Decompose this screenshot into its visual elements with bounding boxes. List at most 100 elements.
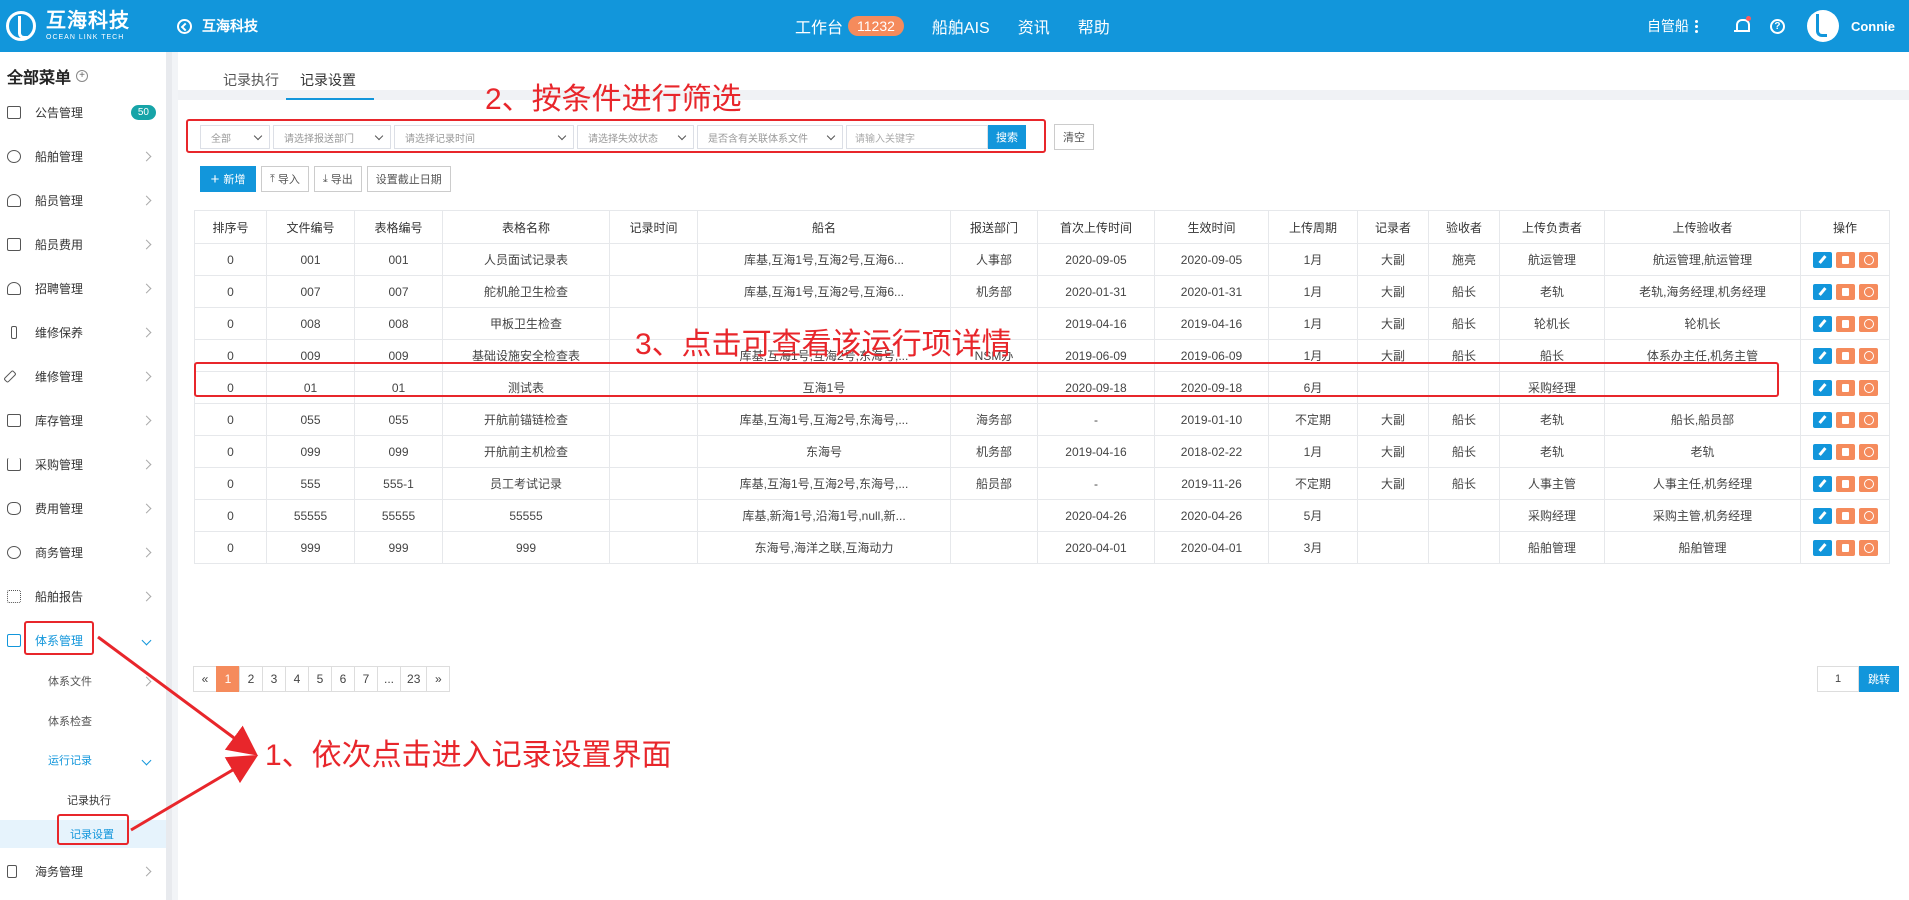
disable-icon[interactable] xyxy=(1858,347,1878,364)
jump-button[interactable]: 跳转 xyxy=(1859,666,1899,692)
sidebar-item-inventory[interactable]: 库存管理 xyxy=(0,405,166,435)
delete-icon[interactable] xyxy=(1835,251,1855,268)
add-button[interactable]: + 新增 xyxy=(200,166,256,192)
delete-icon[interactable] xyxy=(1835,507,1855,524)
tab-record-settings[interactable]: 记录设置 xyxy=(286,70,374,100)
sidebar-sub-system-check[interactable]: 体系检查 xyxy=(0,707,166,735)
disable-icon[interactable] xyxy=(1858,379,1878,396)
export-button[interactable]: ⤓ 导出 xyxy=(313,166,362,192)
page-3[interactable]: 3 xyxy=(262,666,286,692)
clear-button[interactable]: 清空 xyxy=(1054,124,1094,150)
column-header[interactable]: 上传周期 xyxy=(1268,210,1358,244)
sidebar-item-ship-report[interactable]: 船舶报告 xyxy=(0,581,166,611)
page-4[interactable]: 4 xyxy=(285,666,309,692)
column-header[interactable]: 首次上传时间 xyxy=(1037,210,1155,244)
table-row[interactable]: 0 999 999 999 东海号,海洋之联,互海动力 2020-04-01 2020-04… xyxy=(194,531,1890,564)
nav-help[interactable]: 帮助 xyxy=(1078,14,1110,38)
delete-icon[interactable] xyxy=(1835,539,1855,556)
edit-icon[interactable] xyxy=(1812,411,1832,428)
delete-icon[interactable] xyxy=(1835,379,1855,396)
tab-record-exec[interactable]: 记录执行 xyxy=(223,70,279,98)
add-menu-icon[interactable]: + xyxy=(76,70,89,82)
edit-icon[interactable] xyxy=(1812,347,1832,364)
column-header[interactable]: 排序号 xyxy=(194,210,267,244)
sidebar-item-business[interactable]: 商务管理 xyxy=(0,537,166,567)
disable-icon[interactable] xyxy=(1858,507,1878,524)
avatar[interactable] xyxy=(1806,10,1839,42)
nav-news[interactable]: 资讯 xyxy=(1018,14,1050,38)
set-deadline-button[interactable]: 设置截止日期 xyxy=(366,166,451,192)
edit-icon[interactable] xyxy=(1812,507,1832,524)
disable-icon[interactable] xyxy=(1858,251,1878,268)
username[interactable]: Connie xyxy=(1851,19,1895,34)
sidebar-sub-system-files[interactable]: 体系文件 xyxy=(0,667,166,695)
disable-icon[interactable] xyxy=(1858,315,1878,332)
column-header[interactable]: 记录者 xyxy=(1357,210,1429,244)
delete-icon[interactable] xyxy=(1835,475,1855,492)
edit-icon[interactable] xyxy=(1812,539,1832,556)
disable-icon[interactable] xyxy=(1858,283,1878,300)
table-row[interactable]: 0 001 001 人员面试记录表 库基,互海1号,互海2号,互海6... 人事部 2020… xyxy=(194,243,1890,276)
disable-icon[interactable] xyxy=(1858,443,1878,460)
edit-icon[interactable] xyxy=(1812,251,1832,268)
logo[interactable]: 互海科技 OCEAN LINK TECH xyxy=(6,8,130,44)
sidebar-sub-run-records[interactable]: 运行记录 xyxy=(0,746,166,774)
page-23[interactable]: 23 xyxy=(400,666,428,692)
import-button[interactable]: ⤒ 导入 xyxy=(261,166,309,192)
disable-icon[interactable] xyxy=(1858,411,1878,428)
sidebar-item-expense[interactable]: 费用管理 xyxy=(0,493,166,523)
column-header[interactable]: 表格名称 xyxy=(442,210,610,244)
column-header[interactable]: 上传负责者 xyxy=(1499,210,1605,244)
delete-icon[interactable] xyxy=(1835,315,1855,332)
column-header[interactable]: 验收者 xyxy=(1428,210,1500,244)
jump-page-input[interactable]: 1 xyxy=(1817,666,1859,692)
edit-icon[interactable] xyxy=(1812,315,1832,332)
sidebar-item-maintenance[interactable]: 维修保养 xyxy=(0,317,166,347)
column-header[interactable]: 文件编号 xyxy=(266,210,355,244)
help-icon[interactable]: ? xyxy=(1769,18,1785,34)
nav-ship-ais[interactable]: 船舶AIS xyxy=(932,14,990,38)
table-row[interactable]: 0 55555 55555 55555 库基,新海1号,沿海1号,null,新... 20… xyxy=(194,499,1890,532)
page-next[interactable]: » xyxy=(426,666,451,692)
edit-icon[interactable] xyxy=(1812,443,1832,460)
sidebar-item-recruit[interactable]: 招聘管理 xyxy=(0,273,166,303)
delete-icon[interactable] xyxy=(1835,411,1855,428)
sidebar-item-marine[interactable]: 海务管理 xyxy=(0,856,166,886)
sidebar-item-announcement[interactable]: 公告管理 50 xyxy=(0,97,166,127)
edit-icon[interactable] xyxy=(1812,475,1832,492)
table-row[interactable]: 0 007 007 舵机舱卫生检查 库基,互海1号,互海2号,互海6... 机务部 2020… xyxy=(194,275,1890,308)
page-prev[interactable]: « xyxy=(193,666,217,692)
page-5[interactable]: 5 xyxy=(308,666,332,692)
column-header[interactable]: 记录时间 xyxy=(609,210,698,244)
table-row[interactable]: 0 055 055 开航前锚链检查 库基,互海1号,互海2号,东海号,... 海务部 -20… xyxy=(194,403,1890,436)
column-header[interactable]: 船名 xyxy=(697,210,951,244)
column-header[interactable]: 上传验收者 xyxy=(1604,210,1801,244)
back-link[interactable]: 互海科技 xyxy=(177,16,258,36)
sidebar-item-repair[interactable]: 维修管理 xyxy=(0,361,166,391)
sidebar-item-crew-cost[interactable]: 船员费用 xyxy=(0,229,166,259)
delete-icon[interactable] xyxy=(1835,283,1855,300)
page-7[interactable]: 7 xyxy=(354,666,378,692)
table-row[interactable]: 0 555 555-1 员工考试记录 库基,互海1号,互海2号,东海号,... 船员部 -2… xyxy=(194,467,1890,500)
page-6[interactable]: 6 xyxy=(331,666,355,692)
column-header[interactable]: 表格编号 xyxy=(354,210,443,244)
sidebar-item-crew[interactable]: 船员管理 xyxy=(0,185,166,215)
more-vertical-icon[interactable] xyxy=(1694,18,1698,35)
notification-bell-icon[interactable] xyxy=(1733,16,1751,34)
ship-select[interactable]: 自管船 xyxy=(1647,16,1689,36)
column-header[interactable]: 报送部门 xyxy=(950,210,1038,244)
page-1[interactable]: 1 xyxy=(216,666,240,692)
sidebar-item-purchase[interactable]: 采购管理 xyxy=(0,449,166,479)
page-2[interactable]: 2 xyxy=(239,666,263,692)
sidebar-item-ship[interactable]: 船舶管理 xyxy=(0,141,166,171)
edit-icon[interactable] xyxy=(1812,283,1832,300)
disable-icon[interactable] xyxy=(1858,475,1878,492)
column-header[interactable]: 生效时间 xyxy=(1154,210,1269,244)
table-row[interactable]: 0 099 099 开航前主机检查 东海号 机务部 2019-04-16 2018-02-22… xyxy=(194,435,1890,468)
edit-icon[interactable] xyxy=(1812,379,1832,396)
delete-icon[interactable] xyxy=(1835,347,1855,364)
nav-workbench[interactable]: 工作台 11232 xyxy=(795,14,904,38)
sidebar-sub-record-exec[interactable]: 记录执行 xyxy=(0,786,166,814)
delete-icon[interactable] xyxy=(1835,443,1855,460)
disable-icon[interactable] xyxy=(1858,539,1878,556)
